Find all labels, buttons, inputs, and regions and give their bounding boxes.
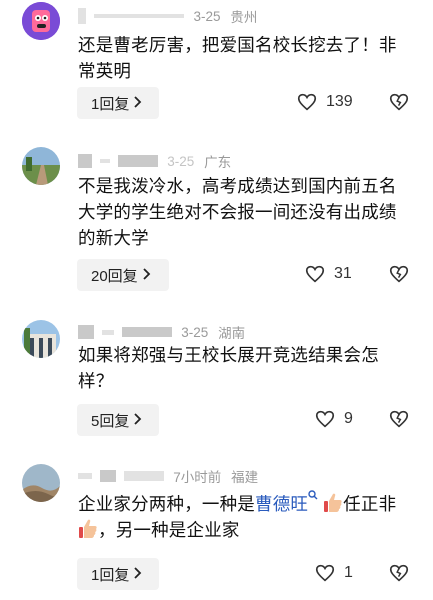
- chevron-right-icon: [133, 412, 142, 428]
- comment-text: 还是曹老厉害，把爱国名校长挖去了！非常英明: [78, 35, 397, 81]
- comment-location: 福建: [231, 470, 259, 485]
- search-highlight-link[interactable]: 曹德旺: [255, 494, 308, 514]
- like-count: 1: [344, 564, 353, 581]
- comment-location: 广东: [204, 155, 232, 170]
- search-icon: [308, 490, 318, 514]
- username-redacted: [78, 8, 86, 24]
- reply-button[interactable]: 1回复: [77, 558, 159, 590]
- comment-meta: 3-25 贵州: [78, 6, 258, 25]
- username-redacted: [99, 470, 116, 482]
- comment-meta: 3-25 湖南: [78, 322, 246, 341]
- username-redacted: [99, 159, 110, 163]
- reply-button[interactable]: 1回复: [77, 87, 159, 119]
- username-redacted: [117, 155, 158, 167]
- comment-location: 湖南: [218, 326, 246, 341]
- avatar[interactable]: [22, 464, 60, 502]
- avatar[interactable]: [22, 147, 60, 185]
- reply-label: 5回复: [91, 412, 130, 430]
- chevron-right-icon: [142, 267, 151, 283]
- comment-date: 3-25: [181, 324, 209, 340]
- broken-heart-icon[interactable]: [388, 408, 410, 430]
- broken-heart-icon[interactable]: [388, 91, 410, 113]
- reply-label: 1回复: [91, 95, 130, 113]
- heart-icon: [315, 564, 335, 582]
- avatar[interactable]: [22, 2, 60, 40]
- avatar[interactable]: [22, 320, 60, 358]
- broken-heart-icon[interactable]: [388, 263, 410, 285]
- comment-date: 3-25: [167, 153, 195, 169]
- reply-label: 20回复: [91, 267, 138, 285]
- chevron-right-icon: [133, 95, 142, 111]
- comment-item: 3-25 广东 不是我泼冷水，高考成绩达到国内前五名大学的学生绝对不会报一间还没…: [0, 145, 433, 295]
- like-button[interactable]: 139: [296, 91, 353, 113]
- comment-date: 3-25: [193, 8, 221, 24]
- comment-location: 贵州: [230, 10, 258, 25]
- heart-icon: [297, 93, 317, 111]
- comment-meta: 7小时前 福建: [78, 466, 259, 485]
- username-redacted: [78, 473, 92, 479]
- chevron-right-icon: [133, 566, 142, 582]
- comment-text: 不是我泼冷水，高考成绩达到国内前五名大学的学生绝对不会报一间还没有出成绩的新大学: [78, 176, 397, 248]
- heart-icon: [305, 265, 325, 283]
- like-button[interactable]: 31: [304, 263, 352, 285]
- comment-item: 3-25 贵州 还是曹老厉害，把爱国名校长挖去了！非常英明 1回复 139: [0, 0, 433, 150]
- comment-item: 3-25 湖南 如果将郑强与王校长展开竞选结果会怎样？ 5回复 9: [0, 318, 433, 468]
- like-count: 139: [326, 93, 353, 110]
- username-redacted: [101, 329, 114, 335]
- thumbs-up-emoji: [78, 518, 98, 540]
- username-redacted: [93, 14, 184, 18]
- comment-text: 如果将郑强与王校长展开竞选结果会怎样？: [78, 345, 379, 391]
- like-count: 9: [344, 410, 353, 427]
- like-button[interactable]: 9: [314, 408, 353, 430]
- broken-heart-icon[interactable]: [388, 562, 410, 584]
- username-redacted: [123, 471, 164, 481]
- thumbs-up-emoji: [323, 492, 343, 514]
- comment-text-part: ，另一种是企业家: [98, 520, 240, 540]
- heart-icon: [315, 410, 335, 428]
- comment-text-part: 任正非: [343, 494, 397, 514]
- comment-date: 7小时前: [173, 470, 222, 485]
- reply-button[interactable]: 5回复: [77, 404, 159, 436]
- like-button[interactable]: 1: [314, 562, 353, 584]
- comment-text-part: 企业家分两种，一种是: [78, 494, 255, 514]
- reply-label: 1回复: [91, 566, 130, 584]
- like-count: 31: [334, 265, 352, 282]
- comment-text: 企业家分两种，一种是曹德旺 任正非 ，另一种是企业家: [78, 490, 414, 543]
- comment-meta: 3-25 广东: [78, 151, 232, 170]
- reply-button[interactable]: 20回复: [77, 259, 169, 291]
- username-redacted: [121, 327, 172, 337]
- username-redacted: [78, 154, 92, 168]
- comment-item: 7小时前 福建 企业家分两种，一种是曹德旺 任正非 ，另一种是企业家 1回复 1: [0, 460, 433, 600]
- username-redacted: [78, 325, 94, 339]
